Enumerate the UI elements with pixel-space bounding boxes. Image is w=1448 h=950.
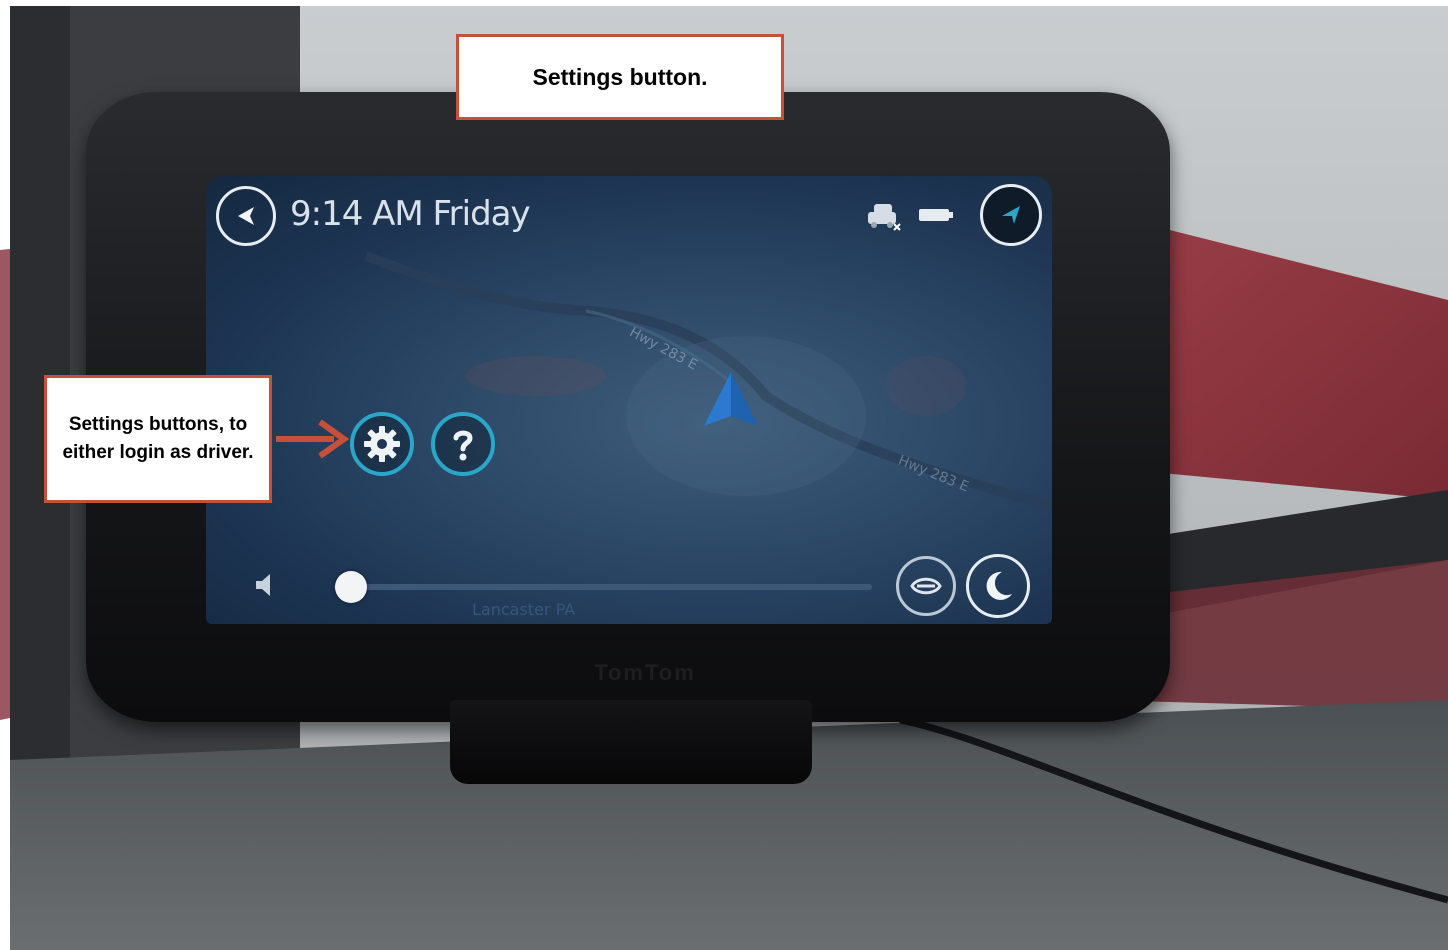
top-bar: 9:14 AM Friday	[206, 176, 1052, 256]
main-menu-button[interactable]	[980, 184, 1042, 246]
traffic-icon[interactable]	[864, 198, 904, 234]
vehicle-marker-icon	[704, 372, 758, 426]
volume-icon[interactable]	[250, 570, 280, 600]
gear-icon	[364, 426, 400, 462]
battery-icon	[919, 209, 953, 221]
brand-logo: TomTom	[594, 660, 696, 685]
back-icon	[238, 207, 254, 225]
navigation-arrow-icon	[1002, 206, 1020, 224]
night-mode-icon	[986, 571, 1012, 600]
volume-slider-track[interactable]	[334, 584, 872, 590]
settings-button[interactable]	[350, 412, 414, 476]
callout-settings-buttons: Settings buttons, to either login as dri…	[44, 375, 272, 503]
clock-text: 9:14 AM Friday	[290, 194, 531, 234]
night-mode-button[interactable]	[966, 554, 1030, 618]
photo-scene: TomTom Hwy 283 E Hwy 283 E Lancaster PA …	[0, 0, 1448, 950]
volume-slider-knob[interactable]	[334, 571, 367, 603]
back-button[interactable]	[216, 186, 276, 246]
device-mount	[450, 700, 812, 784]
help-button[interactable]	[431, 412, 495, 476]
voice-control-button[interactable]	[896, 556, 956, 616]
bottom-bar	[206, 546, 1052, 624]
callout-settings-button: Settings button.	[456, 34, 784, 120]
callout-arrow-icon	[276, 419, 350, 459]
voice-icon	[910, 577, 942, 595]
gps-screen: Hwy 283 E Hwy 283 E Lancaster PA 9:14 AM…	[206, 176, 1052, 624]
help-icon	[453, 430, 473, 461]
